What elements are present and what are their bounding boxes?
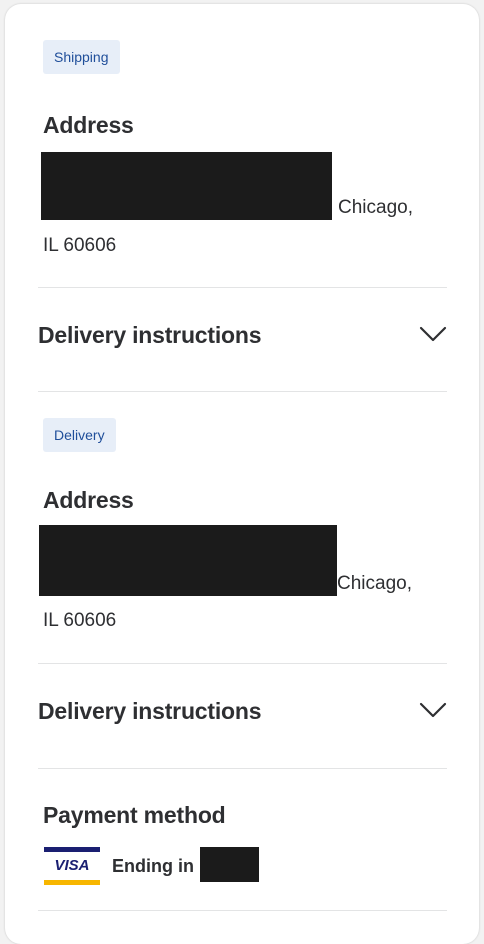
shipping-zip: IL 60606 bbox=[43, 235, 117, 256]
divider bbox=[38, 663, 447, 664]
delivery-zip: IL 60606 bbox=[43, 610, 117, 631]
redacted-street-address bbox=[41, 152, 332, 220]
divider bbox=[38, 391, 447, 392]
visa-card-icon: VISA bbox=[44, 847, 100, 885]
delivery-instructions-label: Delivery instructions bbox=[38, 698, 262, 724]
chevron-down-icon bbox=[419, 326, 447, 342]
delivery-instructions-label: Delivery instructions bbox=[38, 322, 262, 348]
payment-method-heading: Payment method bbox=[43, 802, 226, 828]
delivery-delivery-instructions-toggle[interactable]: Delivery instructions bbox=[38, 692, 447, 732]
chevron-down-icon bbox=[419, 702, 447, 718]
card-ending-label: Ending in bbox=[112, 856, 194, 876]
delivery-address-heading: Address bbox=[43, 487, 134, 513]
shipping-address-heading: Address bbox=[43, 112, 134, 138]
shipping-tag: Shipping bbox=[43, 40, 120, 74]
shipping-city: Chicago, bbox=[338, 197, 413, 218]
shipping-delivery-instructions-toggle[interactable]: Delivery instructions bbox=[38, 316, 447, 356]
divider bbox=[38, 910, 447, 911]
redacted-street-address bbox=[39, 525, 337, 596]
delivery-city: Chicago, bbox=[337, 573, 412, 594]
redacted-card-digits bbox=[200, 847, 259, 882]
divider bbox=[38, 287, 447, 288]
card-brand-label: VISA bbox=[54, 857, 90, 874]
delivery-tag: Delivery bbox=[43, 418, 116, 452]
divider bbox=[38, 768, 447, 769]
